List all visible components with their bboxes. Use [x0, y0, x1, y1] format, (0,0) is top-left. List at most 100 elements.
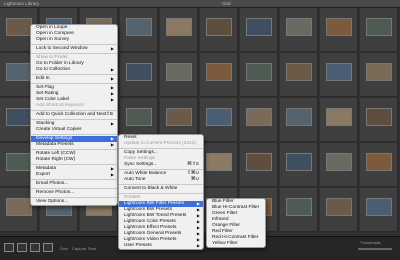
- loupe-view-button[interactable]: [17, 243, 27, 252]
- photo-thumbnail[interactable]: [286, 108, 312, 126]
- grid-cell[interactable]: [320, 188, 358, 232]
- grid-cell[interactable]: [360, 8, 398, 52]
- menu-item-label: Lightroom BW Presets: [124, 207, 172, 212]
- grid-cell[interactable]: [200, 143, 238, 187]
- grid-cell[interactable]: [280, 98, 318, 142]
- menu-item[interactable]: Create Virtual Copies: [31, 127, 117, 133]
- menu-item-label: User Presets: [124, 243, 152, 248]
- photo-thumbnail[interactable]: [326, 108, 352, 126]
- grid-cell[interactable]: [280, 53, 318, 97]
- grid-cell[interactable]: [240, 143, 278, 187]
- menu-item[interactable]: User Presets ▶: [119, 243, 203, 249]
- grid-cell[interactable]: [360, 188, 398, 232]
- photo-thumbnail[interactable]: [326, 198, 352, 216]
- photo-thumbnail[interactable]: [206, 63, 232, 81]
- grid-cell[interactable]: [240, 8, 278, 52]
- photo-thumbnail[interactable]: [6, 198, 32, 216]
- grid-cell[interactable]: [280, 143, 318, 187]
- menu-shortcut: ⇧B: [105, 112, 113, 117]
- photo-thumbnail[interactable]: [366, 63, 392, 81]
- photo-thumbnail[interactable]: [366, 153, 392, 171]
- photo-thumbnail[interactable]: [286, 63, 312, 81]
- menu-item-label: Show in Finder: [36, 55, 68, 60]
- menu-item-label: Infrared: [212, 217, 229, 222]
- menu-separator: [31, 149, 117, 150]
- grid-cell[interactable]: [320, 98, 358, 142]
- photo-thumbnail[interactable]: [246, 153, 272, 171]
- photo-thumbnail[interactable]: [126, 63, 152, 81]
- compare-view-button[interactable]: [30, 243, 40, 252]
- photo-thumbnail[interactable]: [166, 108, 192, 126]
- menu-item[interactable]: Lock to Second Window ▶: [31, 46, 117, 52]
- photo-thumbnail[interactable]: [246, 108, 272, 126]
- menu-item[interactable]: View Options...: [31, 199, 117, 205]
- grid-cell[interactable]: [160, 8, 198, 52]
- menu-item[interactable]: Go to Collection ▶: [31, 67, 117, 73]
- photo-thumbnail[interactable]: [366, 198, 392, 216]
- photo-thumbnail[interactable]: [246, 18, 272, 36]
- menu-item-label: Edit In: [36, 76, 50, 81]
- menu-item-label: Blue Hi-Contrast Filter: [212, 205, 260, 210]
- menu-item[interactable]: Export ▶: [31, 172, 117, 178]
- menu-item-label: Reset: [124, 135, 137, 140]
- grid-cell[interactable]: [160, 53, 198, 97]
- menu-item[interactable]: Convert to Black & White: [119, 186, 203, 192]
- grid-cell[interactable]: [200, 98, 238, 142]
- photo-thumbnail[interactable]: [126, 108, 152, 126]
- photo-thumbnail[interactable]: [326, 63, 352, 81]
- grid-cell[interactable]: [200, 53, 238, 97]
- photo-thumbnail[interactable]: [286, 18, 312, 36]
- menu-item-label: Lightroom Effect Presets: [124, 225, 177, 230]
- grid-view-button[interactable]: [4, 243, 14, 252]
- menu-item[interactable]: Rotate Right (CW): [31, 157, 117, 163]
- menu-item-label: Metadata: [36, 166, 57, 171]
- module-label[interactable]: Grid: [222, 0, 231, 8]
- photo-thumbnail[interactable]: [6, 108, 32, 126]
- menu-item[interactable]: Add to Quick Collection and Next ⇧B: [31, 112, 117, 118]
- grid-cell[interactable]: [120, 8, 158, 52]
- menu-item[interactable]: Email Photos...: [31, 181, 117, 187]
- grid-cell[interactable]: [320, 8, 358, 52]
- photo-thumbnail[interactable]: [166, 18, 192, 36]
- photo-thumbnail[interactable]: [166, 63, 192, 81]
- menu-item[interactable]: Auto Tone ⌘U: [119, 177, 203, 183]
- photo-thumbnail[interactable]: [366, 18, 392, 36]
- grid-cell[interactable]: [200, 8, 238, 52]
- menu-item[interactable]: Edit In ▶: [31, 76, 117, 82]
- grid-cell[interactable]: [320, 143, 358, 187]
- thumbnail-size-slider[interactable]: [358, 248, 392, 250]
- menu-item[interactable]: Metadata Presets ▶: [31, 142, 117, 148]
- grid-cell[interactable]: [240, 53, 278, 97]
- grid-cell[interactable]: [360, 98, 398, 142]
- photo-thumbnail[interactable]: [206, 153, 232, 171]
- menu-item[interactable]: Open in Survey: [31, 37, 117, 43]
- photo-thumbnail[interactable]: [206, 18, 232, 36]
- photo-thumbnail[interactable]: [6, 18, 32, 36]
- survey-view-button[interactable]: [43, 243, 53, 252]
- grid-cell[interactable]: [280, 8, 318, 52]
- sort-dropdown[interactable]: Capture Time: [72, 246, 96, 251]
- grid-cell[interactable]: [360, 143, 398, 187]
- photo-thumbnail[interactable]: [206, 108, 232, 126]
- menu-item-label: Export: [36, 172, 50, 177]
- menu-item[interactable]: Remove Photos...: [31, 190, 117, 196]
- grid-cell[interactable]: [320, 53, 358, 97]
- photo-thumbnail[interactable]: [326, 18, 352, 36]
- photo-thumbnail[interactable]: [326, 153, 352, 171]
- photo-thumbnail[interactable]: [126, 18, 152, 36]
- menu-item-label: Auto White Balance: [124, 171, 167, 176]
- grid-cell[interactable]: [120, 53, 158, 97]
- photo-thumbnail[interactable]: [6, 153, 32, 171]
- menu-item-label: Email Photos...: [36, 181, 69, 186]
- menu-item[interactable]: Yellow Filter: [207, 241, 265, 247]
- menu-item[interactable]: Sync Settings... ⌘⇧S: [119, 162, 203, 168]
- photo-thumbnail[interactable]: [6, 63, 32, 81]
- photo-thumbnail[interactable]: [366, 108, 392, 126]
- grid-cell[interactable]: [360, 53, 398, 97]
- submenu-arrow-icon: ▶: [110, 46, 114, 51]
- grid-cell[interactable]: [240, 98, 278, 142]
- photo-thumbnail[interactable]: [286, 153, 312, 171]
- photo-thumbnail[interactable]: [246, 63, 272, 81]
- photo-thumbnail[interactable]: [286, 198, 312, 216]
- grid-cell[interactable]: [280, 188, 318, 232]
